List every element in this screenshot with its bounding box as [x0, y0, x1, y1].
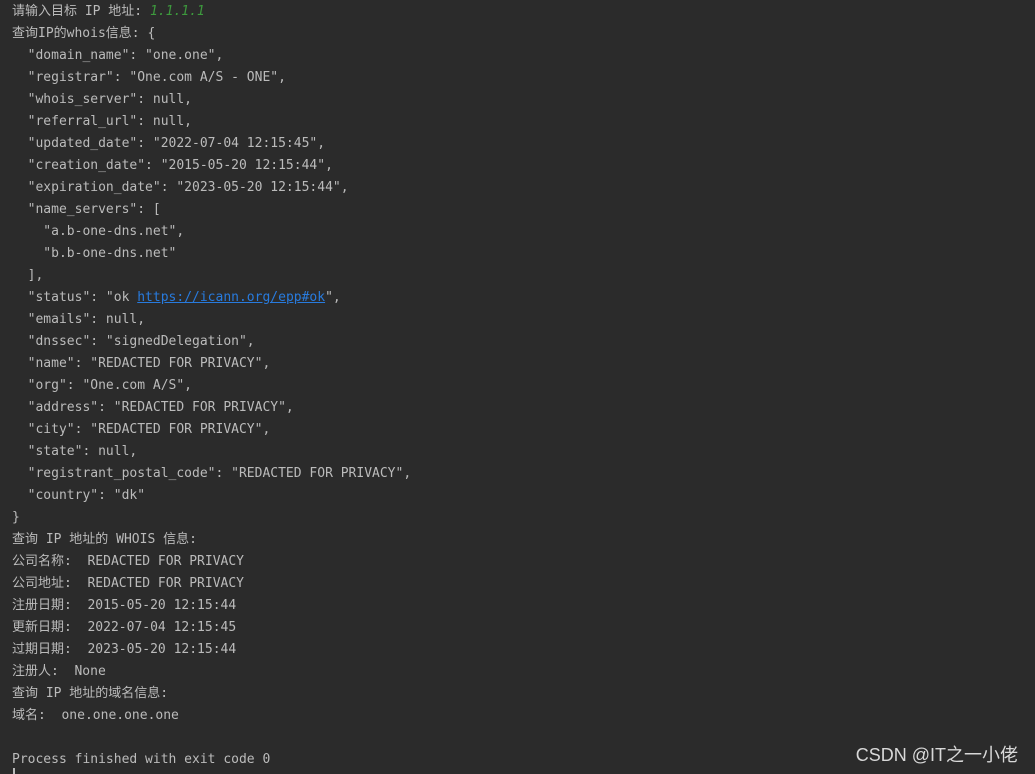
input-prompt-line: 请输入目标 IP 地址: 1.1.1.1 — [12, 1, 1035, 23]
output-line: 注册人: None — [12, 664, 106, 679]
output-line: "creation_date": "2015-05-20 12:15:44", — [12, 158, 333, 173]
output-line: "country": "dk" — [12, 488, 146, 503]
output-line: "name_servers": [ — [12, 202, 161, 217]
prompt-text: 请输入目标 IP 地址: — [12, 4, 150, 19]
output-line: "b.b-one-dns.net" — [12, 246, 177, 261]
output-line: } — [12, 510, 20, 525]
output-line: "whois_server": null, — [12, 92, 193, 107]
text-caret — [13, 768, 15, 774]
output-line: 域名: one.one.one.one — [12, 708, 179, 723]
output-line: "name": "REDACTED FOR PRIVACY", — [12, 356, 271, 371]
output-line: 过期日期: 2023-05-20 12:15:44 — [12, 642, 237, 657]
status-suffix: ", — [325, 290, 341, 305]
output-line: "dnssec": "signedDelegation", — [12, 334, 255, 349]
output-line: "address": "REDACTED FOR PRIVACY", — [12, 400, 294, 415]
output-line: "updated_date": "2022-07-04 12:15:45", — [12, 136, 326, 151]
output-line: 查询 IP 地址的域名信息: — [12, 686, 169, 701]
watermark: CSDN @IT之一小佬 — [855, 745, 1018, 765]
status-link[interactable]: https://icann.org/epp#ok — [137, 290, 325, 305]
output-line: "city": "REDACTED FOR PRIVACY", — [12, 422, 271, 437]
output-line: "registrar": "One.com A/S - ONE", — [12, 70, 286, 85]
output-line: 注册日期: 2015-05-20 12:15:44 — [12, 598, 237, 613]
output-line: ], — [12, 268, 44, 283]
status-line: "status": "ok https://icann.org/epp#ok", — [12, 287, 1035, 309]
output-line: "domain_name": "one.one", — [12, 48, 224, 63]
console-output[interactable]: 请输入目标 IP 地址: 1.1.1.1 查询IP的whois信息: { "do… — [12, 1, 1035, 771]
output-line: "state": null, — [12, 444, 138, 459]
user-input-value: 1.1.1.1 — [149, 4, 205, 19]
output-line: "expiration_date": "2023-05-20 12:15:44"… — [12, 180, 349, 195]
output-line: 公司地址: REDACTED FOR PRIVACY — [12, 576, 245, 591]
output-line: "registrant_postal_code": "REDACTED FOR … — [12, 466, 412, 481]
output-line: 查询 IP 地址的 WHOIS 信息: — [12, 532, 197, 547]
output-line: "referral_url": null, — [12, 114, 193, 129]
output-line: 查询IP的whois信息: { — [12, 26, 156, 41]
output-line: 公司名称: REDACTED FOR PRIVACY — [12, 554, 245, 569]
output-line: "emails": null, — [12, 312, 146, 327]
output-line: "a.b-one-dns.net", — [12, 224, 185, 239]
status-prefix: "status": "ok — [12, 290, 138, 305]
output-line: 更新日期: 2022-07-04 12:15:45 — [12, 620, 237, 635]
output-line: "org": "One.com A/S", — [12, 378, 193, 393]
